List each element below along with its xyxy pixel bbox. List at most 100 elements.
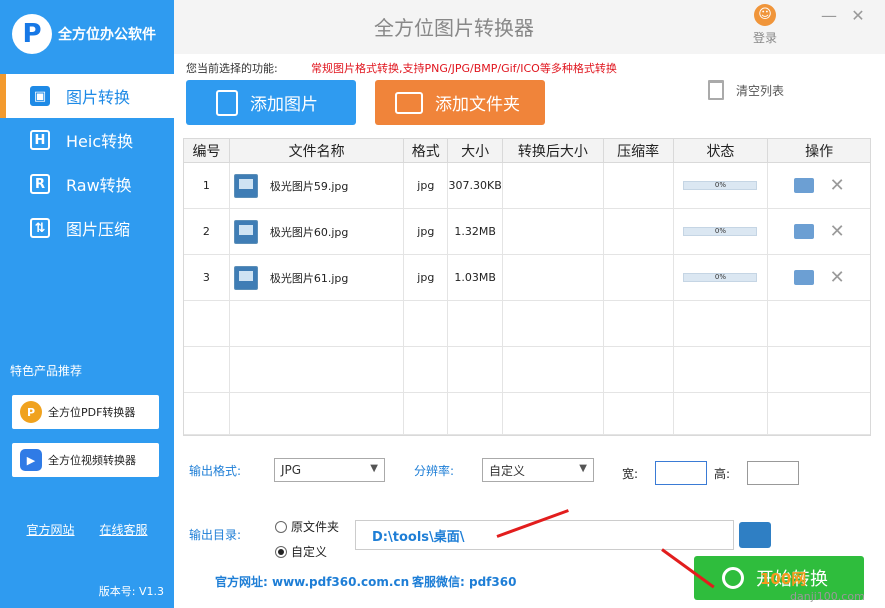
row-filename-text: 极光图片59.jpg — [269, 179, 349, 193]
image-file-icon — [233, 265, 258, 290]
header-no: 编号 — [184, 139, 230, 162]
row-format: jpg — [404, 255, 449, 300]
trash-icon — [708, 80, 724, 100]
pdf-converter-icon: P — [20, 401, 42, 423]
clear-list-label: 清空列表 — [736, 83, 785, 98]
row-format: jpg — [404, 209, 449, 254]
row-ratio — [604, 255, 674, 300]
row-ratio — [604, 209, 674, 254]
output-dir-label: 输出目录: — [189, 528, 242, 542]
row-status: 0% — [674, 255, 769, 300]
resolution-select[interactable]: 自定义 ▼ — [482, 458, 594, 482]
row-status: 0% — [674, 163, 769, 208]
table-row[interactable]: 3 极光图片61.jpg jpg 1.03MB 0% ✕ — [184, 255, 870, 301]
row-size: 307.30KB — [448, 163, 504, 208]
empty-row — [184, 393, 870, 435]
radio-original-folder[interactable]: 原文件夹 — [275, 518, 339, 535]
progress-bar: 0% — [683, 227, 758, 236]
logo-icon: P — [12, 14, 52, 54]
close-icon[interactable]: ✕ — [848, 6, 868, 25]
heic-icon: H — [30, 130, 50, 150]
open-folder-icon[interactable] — [793, 178, 814, 193]
progress-text: 0% — [714, 227, 726, 235]
height-label: 高: — [714, 467, 731, 481]
row-filename: 极光图片60.jpg — [230, 209, 405, 254]
login-label: 登录 — [752, 31, 777, 45]
service-wechat: 客服微信: pdf360 — [412, 575, 517, 589]
add-image-button[interactable]: 添加图片 — [186, 80, 356, 125]
row-no: 1 — [184, 163, 230, 208]
header-format: 格式 — [404, 139, 449, 162]
row-filename-text: 极光图片61.jpg — [269, 271, 349, 285]
table-row[interactable]: 2 极光图片60.jpg jpg 1.32MB 0% ✕ — [184, 209, 870, 255]
open-folder-icon[interactable] — [793, 224, 814, 239]
delete-icon[interactable]: ✕ — [830, 221, 845, 242]
open-folder-icon[interactable] — [793, 270, 814, 285]
official-site-link[interactable]: 官方网站 — [26, 521, 74, 538]
row-format: jpg — [404, 163, 449, 208]
width-label: 宽: — [622, 467, 639, 481]
row-converted-size — [503, 209, 604, 254]
empty-row — [184, 347, 870, 393]
header-actions: 操作 — [805, 143, 834, 160]
header-filename: 文件名称 — [230, 139, 405, 162]
output-format-select[interactable]: JPG ▼ — [274, 458, 385, 482]
image-file-icon — [233, 173, 258, 198]
output-dir-value: D:\tools\桌面\ — [372, 529, 465, 545]
row-actions: ✕ — [768, 209, 870, 254]
output-dir-field[interactable]: D:\tools\桌面\ — [355, 520, 734, 550]
row-no: 3 — [184, 255, 230, 300]
header-converted-size: 转换后大小 — [503, 139, 604, 162]
output-format-label: 输出格式: — [189, 464, 242, 478]
sidebar-item-heic-convert[interactable]: H Heic转换 — [0, 118, 174, 162]
online-service-link[interactable]: 在线客服 — [99, 521, 147, 538]
row-status: 0% — [674, 209, 769, 254]
image-icon: ▣ — [30, 86, 50, 106]
sidebar-item-image-convert[interactable]: ▣ 图片转换 — [0, 74, 174, 118]
video-converter-icon: ▶ — [20, 449, 42, 471]
row-converted-size — [503, 255, 604, 300]
image-file-icon — [233, 219, 258, 244]
sidebar-item-raw-convert[interactable]: R Raw转换 — [0, 162, 174, 206]
row-converted-size — [503, 163, 604, 208]
empty-row — [184, 301, 870, 347]
compress-icon: ⇅ — [30, 218, 50, 238]
table-header: 编号 文件名称 格式 大小 转换后大小 压缩率 状态 操作 — [184, 139, 870, 163]
row-ratio — [604, 163, 674, 208]
clear-list-button[interactable]: 清空列表 — [708, 80, 784, 100]
resolution-value: 自定义 — [489, 463, 526, 478]
delete-icon[interactable]: ✕ — [830, 175, 845, 196]
sidebar-item-label: 图片转换 — [66, 88, 131, 107]
user-icon: ☺ — [754, 4, 776, 26]
login-button[interactable]: ☺ 登录 — [746, 4, 784, 46]
title-bar: 全方位图片转换器 ☺ 登录 — ✕ — [174, 0, 885, 54]
row-filename-text: 极光图片60.jpg — [269, 225, 349, 239]
sidebar-item-compress[interactable]: ⇅ 图片压缩 — [0, 206, 174, 250]
header-size: 大小 — [448, 139, 504, 162]
header-status: 状态 — [674, 139, 769, 162]
sidebar-links: 官方网站 在线客服 — [0, 521, 174, 538]
pdf-converter-label: 全方位PDF转换器 — [48, 406, 136, 419]
delete-icon[interactable]: ✕ — [830, 267, 845, 288]
sidebar-item-label: Heic转换 — [66, 132, 134, 151]
table-row[interactable]: 1 极光图片59.jpg jpg 307.30KB 0% ✕ — [184, 163, 870, 209]
row-filename: 极光图片61.jpg — [230, 255, 405, 300]
browse-folder-icon[interactable] — [739, 522, 771, 548]
width-input[interactable] — [655, 461, 707, 485]
pdf-converter-button[interactable]: P 全方位PDF转换器 — [12, 395, 159, 429]
minimize-icon[interactable]: — — [819, 6, 839, 25]
convert-icon — [722, 567, 744, 589]
add-image-label: 添加图片 — [250, 95, 318, 115]
add-folder-button[interactable]: 添加文件夹 — [375, 80, 545, 125]
height-input[interactable] — [747, 461, 799, 485]
row-no: 2 — [184, 209, 230, 254]
video-converter-label: 全方位视频转换器 — [48, 454, 136, 467]
sidebar-nav: ▣ 图片转换 H Heic转换 R Raw转换 ⇅ 图片压缩 — [0, 74, 174, 250]
row-actions: ✕ — [768, 163, 870, 208]
progress-bar: 0% — [683, 181, 758, 190]
radio-custom-folder[interactable]: 自定义 — [275, 543, 327, 560]
header-ratio: 压缩率 — [604, 139, 674, 162]
row-actions: ✕ — [768, 255, 870, 300]
video-converter-button[interactable]: ▶ 全方位视频转换器 — [12, 443, 159, 477]
sidebar-item-label: Raw转换 — [66, 176, 132, 195]
